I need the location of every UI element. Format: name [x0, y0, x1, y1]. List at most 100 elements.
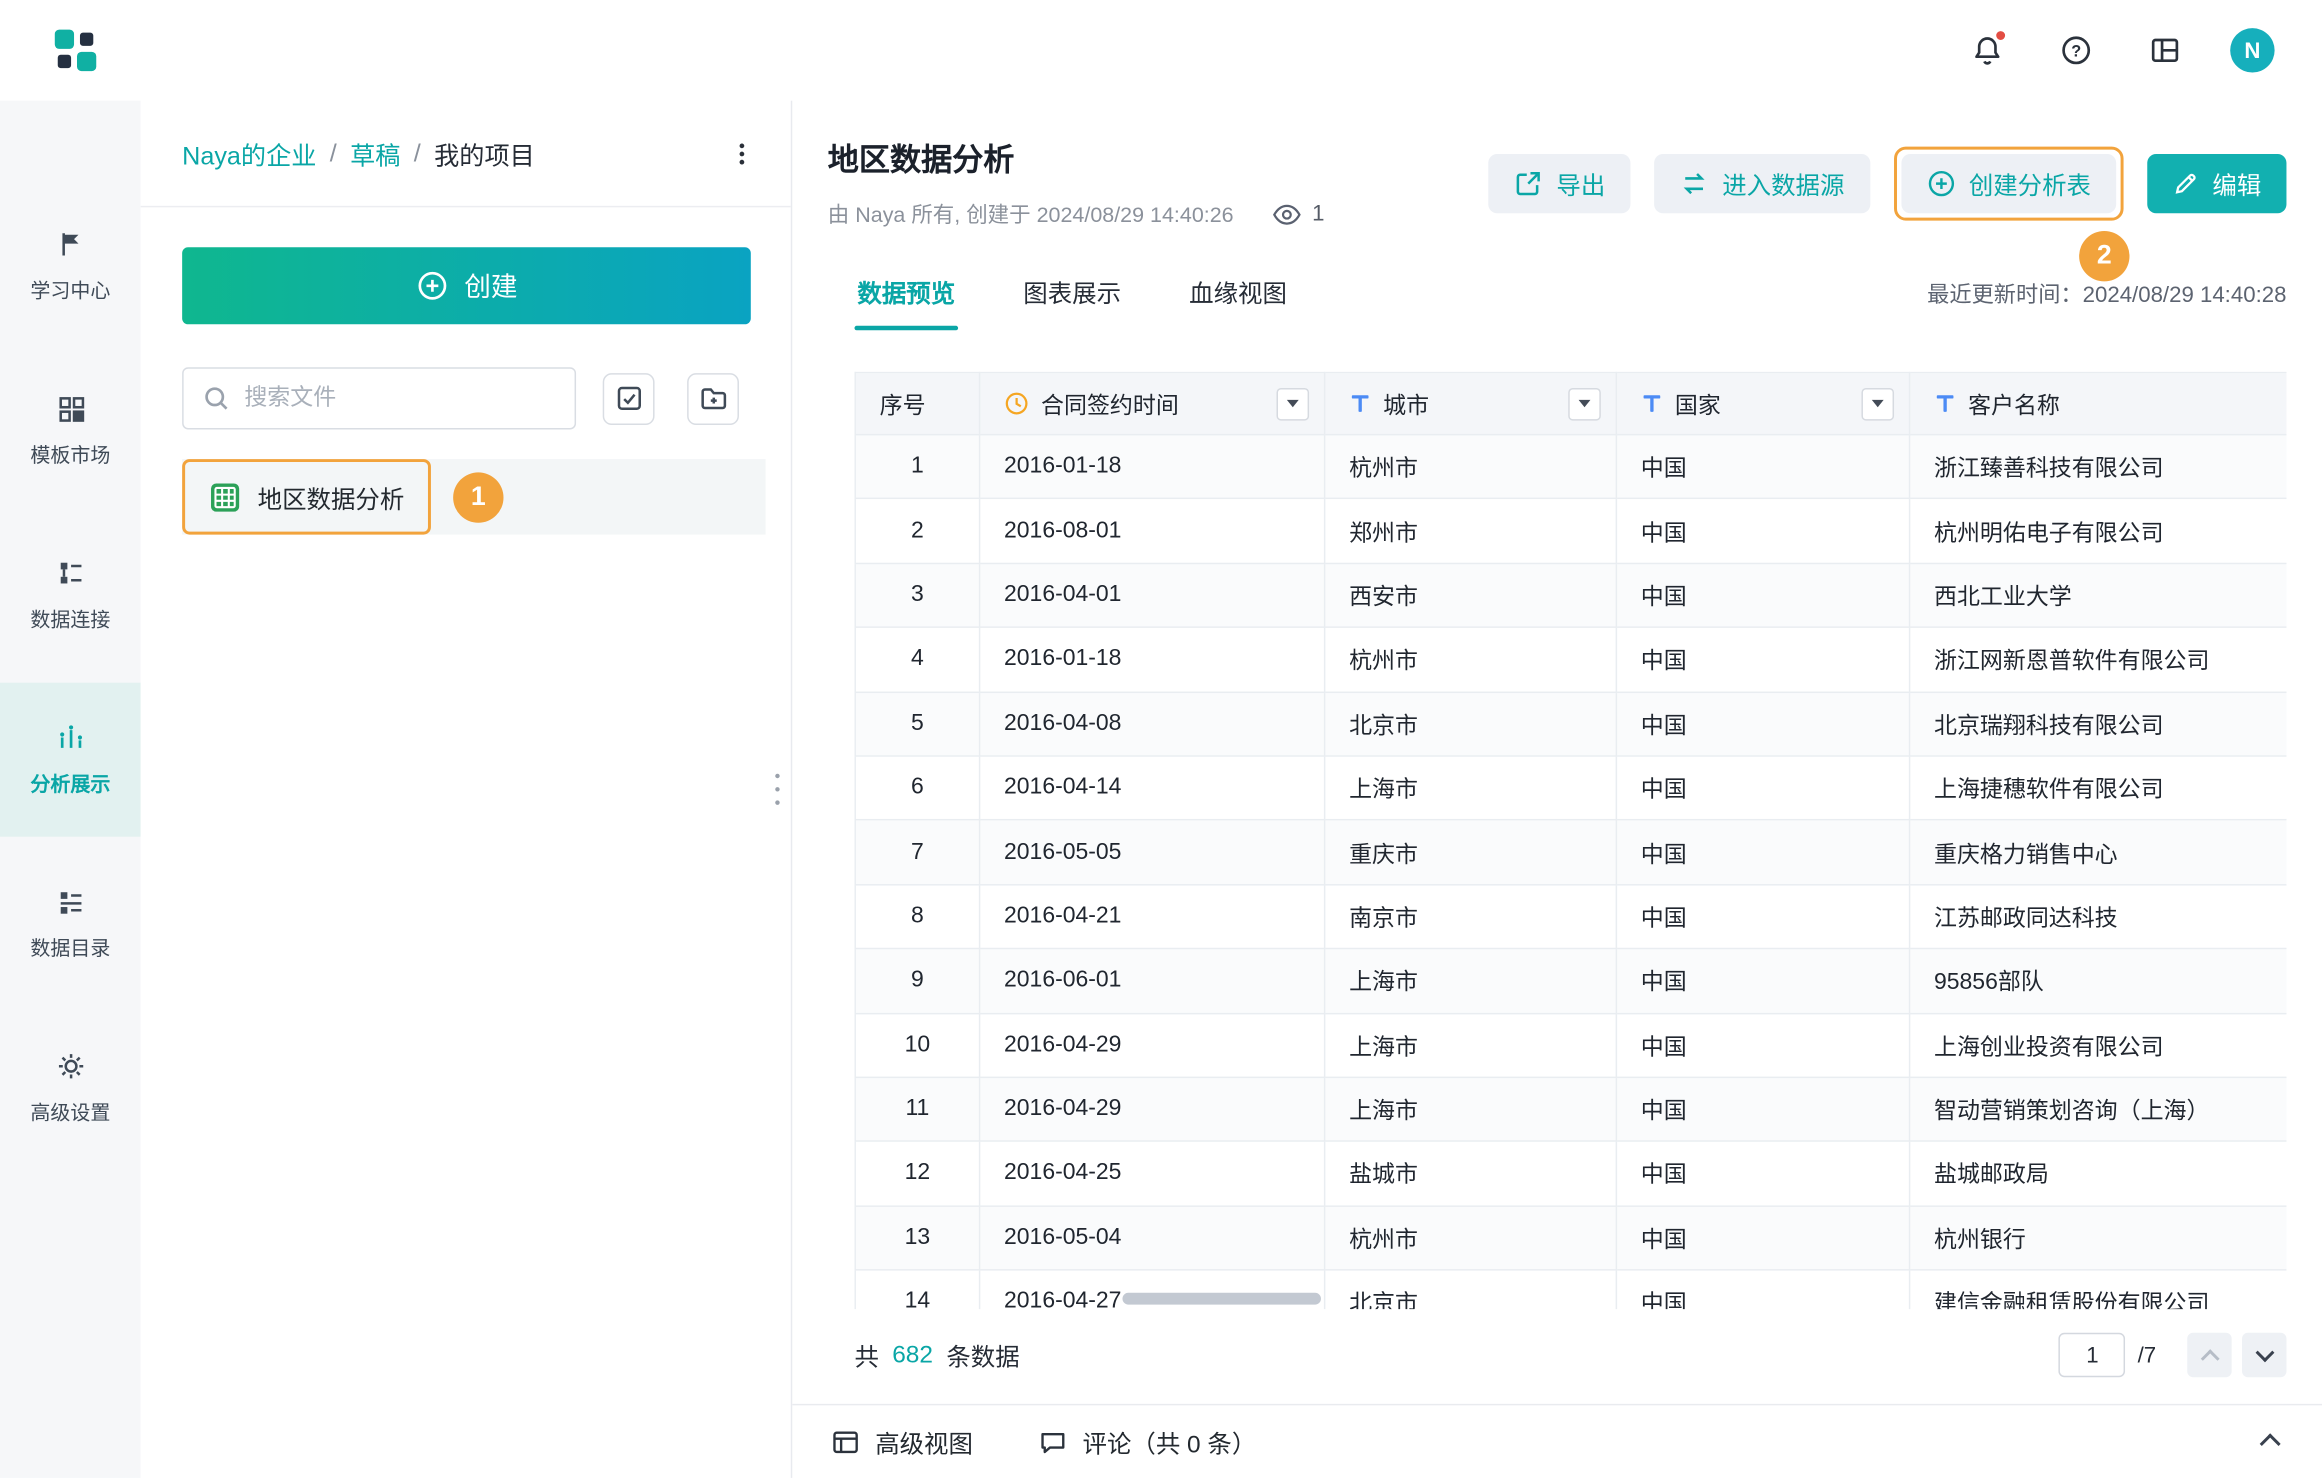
edit-button[interactable]: 编辑: [2147, 153, 2286, 212]
search-row: [182, 367, 749, 429]
cell-city: 北京市: [1325, 692, 1617, 756]
cell-contract-date: 2016-04-29: [980, 1013, 1325, 1077]
comment-icon: [1038, 1427, 1068, 1457]
cell-city: 杭州市: [1325, 627, 1617, 691]
table-row[interactable]: 10 2016-04-29 上海市 中国 上海创业投资有限公司: [855, 1013, 2286, 1077]
horizontal-scrollbar-thumb[interactable]: [1122, 1293, 1320, 1305]
cell-city: 盐城市: [1325, 1141, 1617, 1205]
search-input-wrap: [182, 367, 576, 429]
sidebar-item[interactable]: 数据目录: [0, 847, 141, 1001]
caret-down-icon: [1579, 400, 1591, 407]
breadcrumb-draft-link[interactable]: 草稿: [350, 135, 400, 172]
cell-country: 中国: [1616, 627, 1909, 691]
file-list-item[interactable]: 地区数据分析 1: [182, 459, 765, 535]
collapse-panel-button[interactable]: [2257, 1422, 2284, 1462]
last-updated: 最近更新时间：2024/08/29 14:40:28: [1927, 278, 2286, 309]
total-prefix: 共: [854, 1337, 878, 1373]
column-header[interactable]: 国家: [1616, 372, 1909, 434]
cell-country: 中国: [1616, 1206, 1909, 1270]
table-row[interactable]: 9 2016-06-01 上海市 中国 95856部队: [855, 949, 2286, 1013]
comments-button[interactable]: 评论（共 0 条）: [1038, 1424, 1256, 1460]
sidebar-item[interactable]: 高级设置: [0, 1011, 141, 1165]
sidebar-item[interactable]: 学习中心: [0, 190, 141, 344]
notifications-button[interactable]: [1964, 27, 2011, 74]
help-button[interactable]: ?: [2052, 27, 2099, 74]
main-header: 地区数据分析 由 Naya 所有, 创建于 2024/08/29 14:40:2…: [828, 136, 2287, 229]
enter-datasource-button[interactable]: 进入数据源: [1654, 153, 1869, 212]
cell-country: 中国: [1616, 756, 1909, 820]
sidebar-item[interactable]: 分析展示: [0, 683, 141, 837]
user-avatar[interactable]: N: [2230, 28, 2274, 72]
table-row[interactable]: 7 2016-05-05 重庆市 中国 重庆格力销售中心: [855, 820, 2286, 884]
new-folder-button[interactable]: [687, 372, 739, 424]
tab-label: 图表展示: [1023, 281, 1121, 308]
tab[interactable]: 图表展示: [1020, 274, 1124, 330]
table-row[interactable]: 14 2016-04-27 北京市 中国 建信金融租赁股份有限公司: [855, 1270, 2286, 1309]
table-row[interactable]: 6 2016-04-14 上海市 中国 上海捷穗软件有限公司: [855, 756, 2286, 820]
column-header[interactable]: 序号: [855, 372, 979, 434]
table-row[interactable]: 13 2016-05-04 杭州市 中国 杭州银行: [855, 1206, 2286, 1270]
table-row[interactable]: 1 2016-01-18 杭州市 中国 浙江臻善科技有限公司: [855, 435, 2286, 499]
export-button[interactable]: 导出: [1488, 153, 1630, 212]
sidebar-item[interactable]: 数据连接: [0, 518, 141, 672]
tab[interactable]: 血缘视图: [1186, 274, 1290, 330]
tab[interactable]: 数据预览: [854, 274, 958, 330]
create-analysis-table-button[interactable]: 创建分析表: [1901, 153, 2116, 212]
next-page-button[interactable]: [2242, 1333, 2286, 1377]
file-explorer-panel: Naya的企业 / 草稿 / 我的项目 创建: [141, 101, 793, 1478]
cell-customer-name: 盐城邮政局: [1910, 1141, 2287, 1205]
table-row[interactable]: 5 2016-04-08 北京市 中国 北京瑞翔科技有限公司: [855, 692, 2286, 756]
breadcrumb-org-link[interactable]: Naya的企业: [182, 135, 316, 172]
cell-city: 杭州市: [1325, 435, 1617, 499]
more-menu-button[interactable]: [723, 134, 762, 173]
annotation-badge-1: 1: [453, 472, 503, 522]
column-header[interactable]: 客户名称: [1910, 372, 2287, 434]
plus-circle-icon: [415, 270, 448, 303]
cell-contract-date: 2016-05-05: [980, 820, 1325, 884]
advanced-view-icon: [831, 1427, 861, 1457]
column-header[interactable]: 城市: [1325, 372, 1617, 434]
cell-index: 4: [855, 627, 979, 691]
cell-index: 1: [855, 435, 979, 499]
header-actions: 导出 进入数据源: [1488, 146, 2286, 220]
cell-customer-name: 95856部队: [1910, 949, 2287, 1013]
app-logo[interactable]: [53, 28, 97, 72]
column-header[interactable]: 合同签约时间: [980, 372, 1325, 434]
column-filter-button[interactable]: [1861, 387, 1894, 420]
column-filter-button[interactable]: [1568, 387, 1601, 420]
column-header-label: 城市: [1383, 387, 1429, 420]
panel-resize-handle[interactable]: [767, 770, 788, 809]
search-input[interactable]: [244, 385, 559, 412]
cell-customer-name: 浙江臻善科技有限公司: [1910, 435, 2287, 499]
cell-country: 中国: [1616, 692, 1909, 756]
table-footer: 共 682 条数据 /7: [854, 1333, 2286, 1377]
sidebar-item-label: 学习中心: [30, 274, 110, 304]
cell-city: 上海市: [1325, 1013, 1617, 1077]
checklist-icon: [614, 384, 644, 414]
table-row[interactable]: 12 2016-04-25 盐城市 中国 盐城邮政局: [855, 1141, 2286, 1205]
cell-index: 5: [855, 692, 979, 756]
create-button[interactable]: 创建: [182, 247, 751, 324]
table-row[interactable]: 2 2016-08-01 郑州市 中国 杭州明佑电子有限公司: [855, 499, 2286, 563]
table-row[interactable]: 4 2016-01-18 杭州市 中国 浙江网新恩普软件有限公司: [855, 627, 2286, 691]
cell-index: 6: [855, 756, 979, 820]
sidebar-item[interactable]: 模板市场: [0, 354, 141, 508]
table-row[interactable]: 8 2016-04-21 南京市 中国 江苏邮政同达科技: [855, 884, 2286, 948]
learning-center-icon: [56, 230, 86, 260]
clock-icon: [1004, 391, 1029, 416]
export-button-label: 导出: [1556, 165, 1605, 201]
cell-customer-name: 北京瑞翔科技有限公司: [1910, 692, 2287, 756]
annotation-box-2: 创建分析表: [1893, 146, 2123, 220]
cell-contract-date: 2016-04-29: [980, 1077, 1325, 1141]
page-input[interactable]: [2059, 1333, 2126, 1377]
cell-country: 中国: [1616, 499, 1909, 563]
table-row[interactable]: 3 2016-04-01 西安市 中国 西北工业大学: [855, 563, 2286, 627]
table-row[interactable]: 11 2016-04-29 上海市 中国 智动营销策划咨询（上海）: [855, 1077, 2286, 1141]
column-filter-button[interactable]: [1277, 387, 1310, 420]
cell-country: 中国: [1616, 563, 1909, 627]
workspace-layout-button[interactable]: [2141, 27, 2188, 74]
prev-page-button[interactable]: [2187, 1333, 2231, 1377]
list-view-toggle-button[interactable]: [603, 372, 655, 424]
advanced-view-button[interactable]: 高级视图: [831, 1424, 973, 1460]
cell-customer-name: 上海创业投资有限公司: [1910, 1013, 2287, 1077]
